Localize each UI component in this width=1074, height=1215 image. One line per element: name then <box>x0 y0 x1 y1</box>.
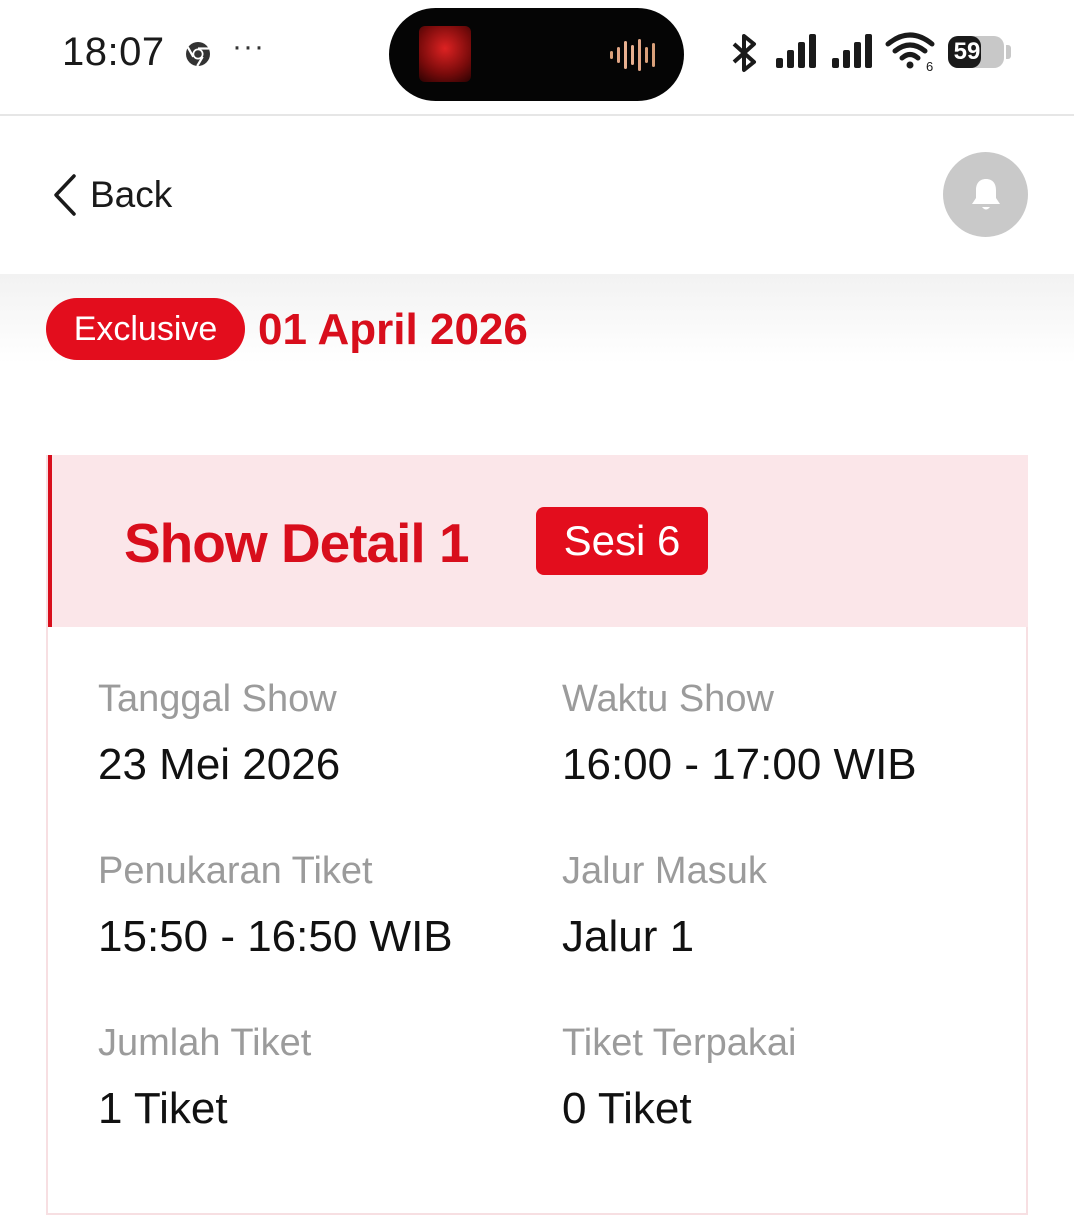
signal-icon <box>776 34 816 68</box>
back-button[interactable]: Back <box>52 172 172 218</box>
wifi-icon: 6 <box>885 32 935 72</box>
field-value: 15:50 - 16:50 WIB <box>98 912 453 961</box>
field-penukaran-tiket: Penukaran Tiket 15:50 - 16:50 WIB <box>98 849 453 963</box>
field-waktu-show: Waktu Show 16:00 - 17:00 WIB <box>562 677 917 791</box>
bluetooth-icon <box>732 34 756 72</box>
dynamic-island[interactable] <box>389 8 684 101</box>
notification-button[interactable] <box>943 152 1028 237</box>
signal-icon <box>832 34 872 68</box>
field-label: Jalur Masuk <box>562 850 767 892</box>
field-label: Tiket Terpakai <box>562 1022 797 1064</box>
show-detail-card: Show Detail 1 Sesi 6 Tanggal Show 23 Mei… <box>46 455 1028 1215</box>
back-chevron-icon <box>54 174 76 216</box>
field-value: 16:00 - 17:00 WIB <box>562 740 917 789</box>
audio-waveform-icon <box>610 39 655 71</box>
field-jumlah-tiket: Jumlah Tiket 1 Tiket <box>98 1021 311 1135</box>
purchase-date: 01 April 2026 <box>258 305 528 354</box>
field-value: 0 Tiket <box>562 1084 692 1133</box>
field-label: Waktu Show <box>562 678 774 720</box>
field-jalur-masuk: Jalur Masuk Jalur 1 <box>562 849 767 963</box>
show-detail-header: Show Detail 1 Sesi 6 <box>48 455 1028 627</box>
battery-level: 59 <box>953 38 981 65</box>
field-value: Jalur 1 <box>562 912 695 961</box>
bell-icon <box>971 178 1000 209</box>
status-time: 18:07 <box>62 30 165 74</box>
field-label: Jumlah Tiket <box>98 1022 312 1064</box>
status-bar: 18:07 ··· 6 59 <box>0 0 1074 116</box>
field-tiket-terpakai: Tiket Terpakai 0 Tiket <box>562 1021 796 1135</box>
session-badge: Sesi 6 <box>536 507 708 575</box>
show-detail-title: Show Detail 1 <box>124 512 470 574</box>
media-thumbnail <box>419 26 471 82</box>
field-label: Tanggal Show <box>98 678 337 720</box>
field-value: 1 Tiket <box>98 1084 228 1133</box>
exclusive-badge: Exclusive <box>46 298 245 360</box>
field-value: 23 Mei 2026 <box>98 740 341 789</box>
overflow-dots-icon: ··· <box>232 30 265 63</box>
wifi-label: 6 <box>926 59 933 72</box>
field-label: Penukaran Tiket <box>98 850 373 892</box>
battery-nub <box>1006 45 1011 59</box>
chrome-icon <box>186 42 210 67</box>
back-label: Back <box>90 174 173 215</box>
field-tanggal-show: Tanggal Show 23 Mei 2026 <box>98 677 340 791</box>
battery-icon: 59 <box>948 36 1004 68</box>
nav-bar: Back <box>0 116 1074 274</box>
